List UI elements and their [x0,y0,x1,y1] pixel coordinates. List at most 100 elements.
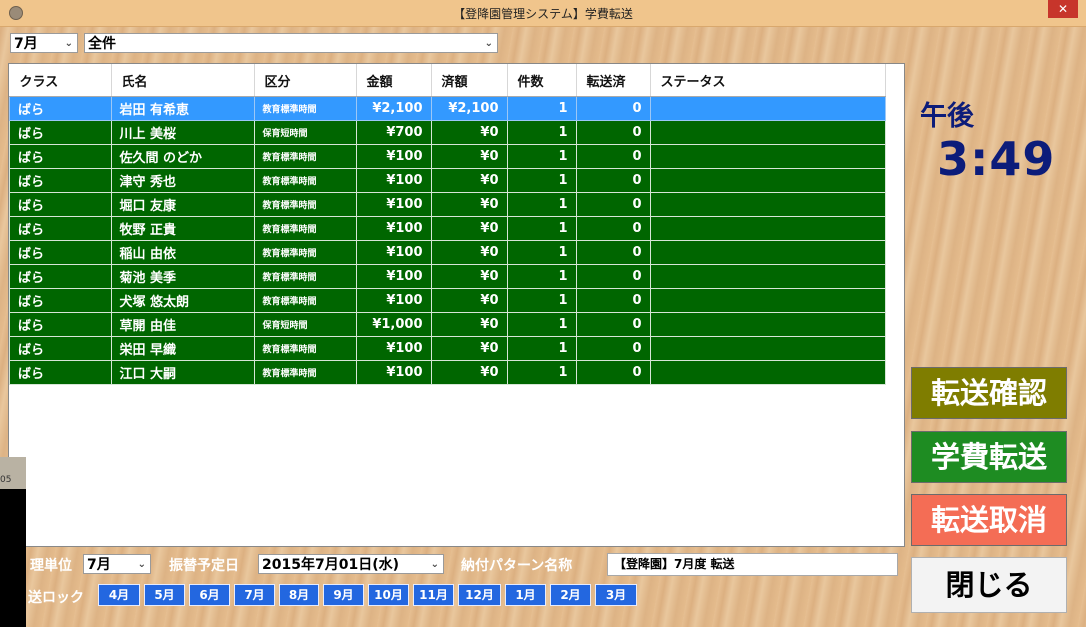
table-row[interactable]: ばら 菊池 美季 教育標準時間 ¥100 ¥0 1 0 [9,264,886,289]
transfer-date-select[interactable]: 2015年7月01日(水) ⌄ [258,554,444,574]
table-cell-class: ばら [9,312,112,337]
month-lock-button[interactable]: 1月 [505,584,546,606]
table-cell-amount: ¥100 [355,264,432,289]
table-cell-name: 栄田 早織 [110,336,255,361]
month-filter-select[interactable]: 7月 ⌄ [10,33,78,53]
table-cell-status [649,240,886,265]
window-title: 【登降園管理システム】学費転送 [453,7,633,21]
table-row[interactable]: ばら 栄田 早織 教育標準時間 ¥100 ¥0 1 0 [9,336,886,361]
column-header-paid[interactable]: 済額 [431,64,508,97]
table-cell-paid: ¥0 [430,288,508,313]
month-lock-button[interactable]: 9月 [323,584,364,606]
table-cell-status [649,120,886,145]
table-cell-transferred: 0 [575,264,651,289]
scope-filter-select[interactable]: 全件 ⌄ [84,33,498,53]
table-row[interactable]: ばら 佐久間 のどか 教育標準時間 ¥100 ¥0 1 0 [9,144,886,169]
table-cell-class: ばら [9,216,112,241]
table-cell-class: ばら [9,192,112,217]
month-lock-button[interactable]: 10月 [368,584,409,606]
column-header-name[interactable]: 氏名 [111,64,255,97]
table-body: ばら 岩田 有希恵 教育標準時間 ¥2,100 ¥2,100 1 0 ばら 川上 美桜 保育短時間… [9,96,886,385]
table-cell-category: 教育標準時間 [253,192,357,217]
table-row[interactable]: ばら 犬塚 悠太朗 教育標準時間 ¥100 ¥0 1 0 [9,288,886,313]
close-button[interactable]: 閉じる [911,557,1067,613]
title-bar: 【登降園管理システム】学費転送 ✕ [0,0,1086,27]
column-header-class[interactable]: クラス [9,64,112,97]
side-strip: 05 [0,457,26,627]
transfer-confirm-button[interactable]: 転送確認 [911,367,1067,419]
table-cell-category: 教育標準時間 [253,144,357,169]
month-lock-button[interactable]: 6月 [189,584,230,606]
table-cell-transferred: 0 [575,312,651,337]
fee-table-panel: クラス 氏名 区分 金額 済額 件数 転送済 ステータス ばら 岩田 有希恵 教育標… [8,63,905,547]
table-row[interactable]: ばら 草開 由佳 保育短時間 ¥1,000 ¥0 1 0 [9,312,886,337]
table-cell-category: 保育短時間 [253,120,357,145]
table-cell-name: 菊池 美季 [110,264,255,289]
transfer-cancel-button[interactable]: 転送取消 [911,494,1067,546]
table-cell-status [649,312,886,337]
table-row[interactable]: ばら 江口 大嗣 教育標準時間 ¥100 ¥0 1 0 [9,360,886,385]
table-row[interactable]: ばら 稲山 由依 教育標準時間 ¥100 ¥0 1 0 [9,240,886,265]
column-header-count[interactable]: 件数 [507,64,577,97]
table-cell-count: 1 [506,336,577,361]
table-row[interactable]: ばら 川上 美桜 保育短時間 ¥700 ¥0 1 0 [9,120,886,145]
table-cell-amount: ¥100 [355,288,432,313]
month-lock-button[interactable]: 4月 [98,584,140,606]
column-header-category[interactable]: 区分 [254,64,357,97]
table-row[interactable]: ばら 堀口 友康 教育標準時間 ¥100 ¥0 1 0 [9,192,886,217]
table-cell-amount: ¥100 [355,216,432,241]
table-row[interactable]: ばら 牧野 正貴 教育標準時間 ¥100 ¥0 1 0 [9,216,886,241]
fee-transfer-button[interactable]: 学費転送 [911,431,1067,483]
table-cell-class: ばら [9,144,112,169]
column-header-status[interactable]: ステータス [650,64,886,97]
month-lock-button[interactable]: 7月 [234,584,275,606]
month-lock-button[interactable]: 12月 [458,584,501,606]
pattern-name-label: 納付パターン名称 [461,558,573,574]
table-cell-status [649,288,886,313]
table-cell-name: 稲山 由依 [110,240,255,265]
table-cell-count: 1 [506,96,577,121]
table-cell-status [649,264,886,289]
table-cell-category: 教育標準時間 [253,264,357,289]
month-lock-button[interactable]: 11月 [413,584,454,606]
clock-period: 午後 [920,101,974,132]
table-row[interactable]: ばら 津守 秀也 教育標準時間 ¥100 ¥0 1 0 [9,168,886,193]
table-cell-amount: ¥1,000 [355,312,432,337]
unit-label: 理単位 [30,558,72,574]
transfer-date-value: 2015年7月01日(水) [262,557,399,573]
month-lock-button[interactable]: 3月 [595,584,637,606]
table-cell-transferred: 0 [575,216,651,241]
table-cell-count: 1 [506,168,577,193]
close-window-button[interactable]: ✕ [1048,0,1078,18]
month-lock-button[interactable]: 2月 [550,584,591,606]
table-cell-transferred: 0 [575,144,651,169]
table-cell-class: ばら [9,120,112,145]
table-cell-paid: ¥0 [430,336,508,361]
table-cell-transferred: 0 [575,192,651,217]
column-header-transferred[interactable]: 転送済 [576,64,651,97]
table-cell-name: 堀口 友康 [110,192,255,217]
table-cell-count: 1 [506,360,577,385]
table-cell-paid: ¥0 [430,120,508,145]
chevron-down-icon: ⌄ [137,559,146,570]
table-cell-name: 犬塚 悠太朗 [110,288,255,313]
table-cell-paid: ¥0 [430,264,508,289]
table-cell-paid: ¥0 [430,192,508,217]
table-cell-amount: ¥100 [355,192,432,217]
table-cell-count: 1 [506,312,577,337]
column-header-amount[interactable]: 金額 [356,64,432,97]
table-cell-paid: ¥0 [430,360,508,385]
table-cell-status [649,216,886,241]
table-cell-paid: ¥0 [430,312,508,337]
month-lock-button[interactable]: 8月 [279,584,319,606]
table-row[interactable]: ばら 岩田 有希恵 教育標準時間 ¥2,100 ¥2,100 1 0 [9,96,886,121]
table-cell-paid: ¥0 [430,144,508,169]
table-cell-name: 川上 美桜 [110,120,255,145]
unit-select[interactable]: 7月 ⌄ [83,554,151,574]
table-cell-transferred: 0 [575,240,651,265]
table-cell-category: 教育標準時間 [253,288,357,313]
pattern-name-field[interactable]: 【登降園】7月度 転送 [607,553,898,576]
table-cell-transferred: 0 [575,96,651,121]
clock-time: 3:49 [937,132,1056,186]
month-lock-button[interactable]: 5月 [144,584,185,606]
